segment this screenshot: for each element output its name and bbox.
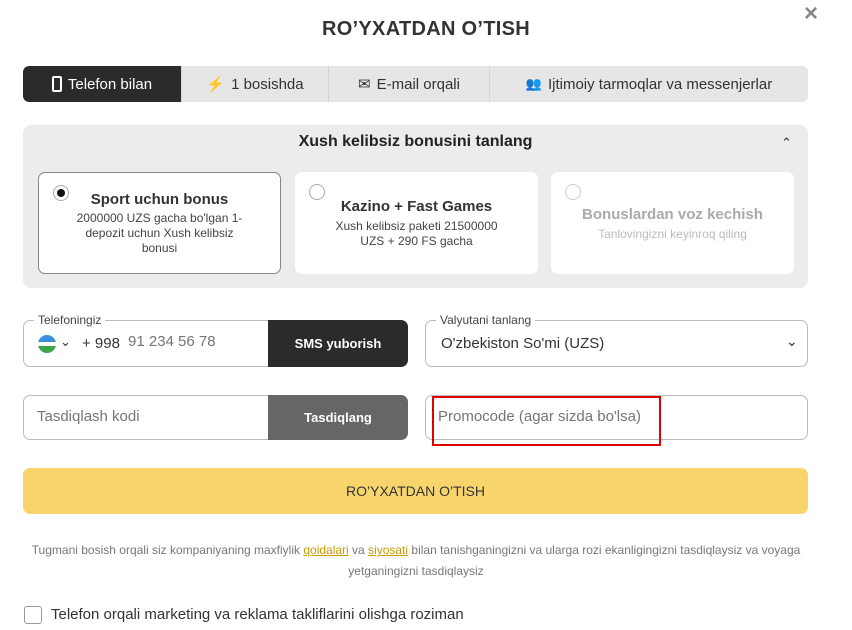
bonus-option-casino[interactable]: Kazino + Fast Games Xush kelibsiz paketi… (295, 172, 538, 274)
tab-email[interactable]: ✉ E-mail orqali (329, 66, 490, 102)
radio-selected[interactable] (53, 185, 69, 201)
phone-input[interactable] (128, 333, 268, 350)
policy-link[interactable]: siyosati (368, 543, 408, 557)
phone-icon (51, 76, 62, 92)
tab-label: E-mail orqali (376, 75, 460, 93)
legal-text: Tugmani bosish orqali siz kompaniyaning … (30, 540, 802, 582)
page-title: RO’YXATDAN O’TISH (321, 18, 531, 40)
legal-text-part: Tugmani bosish orqali siz kompaniyaning … (31, 543, 304, 557)
chevron-down-icon: ⌄ (786, 333, 798, 349)
tab-label: 1 bosishda (231, 75, 304, 93)
sms-send-button[interactable]: SMS yuborish (268, 320, 408, 367)
currency-value: O'zbekiston So'mi (UZS) (441, 335, 605, 352)
marketing-checkbox-label[interactable]: Telefon orqali marketing va reklama takl… (51, 606, 464, 623)
uzbekistan-flag-icon[interactable] (38, 335, 56, 353)
legal-text-part: va (348, 543, 369, 557)
radio-unselected[interactable] (309, 184, 325, 200)
registration-tabs: Telefon bilan ⚡ 1 bosishda ✉ E-mail orqa… (23, 66, 808, 102)
phone-field: Telefoningiz ⌄ + 998 SMS yuborish (23, 313, 408, 367)
bonus-option-desc: Tanlovingizni keyinroq qiling (598, 227, 747, 241)
envelope-icon: ✉ (358, 76, 371, 93)
rules-link[interactable]: qoidalari (303, 543, 348, 557)
bonus-option-sport[interactable]: Sport uchun bonus 2000000 UZS gacha bo'l… (38, 172, 281, 274)
lightning-icon: ⚡ (206, 76, 226, 93)
tab-social[interactable]: 👥 Ijtimoiy tarmoqlar va messenjerlar (490, 66, 808, 102)
chevron-down-icon[interactable]: ⌄ (60, 334, 71, 350)
bonus-title: Xush kelibsiz bonusini tanlang (298, 133, 533, 150)
radio-unselected[interactable] (565, 184, 581, 200)
tab-label: Telefon bilan (67, 75, 153, 93)
phone-prefix: + 998 (82, 335, 120, 352)
confirm-button[interactable]: Tasdiqlang (268, 395, 408, 440)
bonus-option-title: Sport uchun bonus (90, 191, 229, 208)
bonus-panel: Xush kelibsiz bonusini tanlang ⌃ Sport u… (23, 125, 808, 288)
confirmation-code-input[interactable] (37, 408, 257, 425)
phone-label: Telefoningiz (34, 313, 106, 327)
users-icon: 👥 (525, 76, 542, 91)
bonus-option-desc: Xush kelibsiz paketi 21500000 UZS + 290 … (335, 219, 498, 248)
tab-label: Ijtimoiy tarmoqlar va messenjerlar (547, 75, 773, 93)
tab-one-click[interactable]: ⚡ 1 bosishda (182, 66, 329, 102)
tab-phone[interactable]: Telefon bilan (23, 66, 182, 102)
currency-select[interactable]: Valyutani tanlang O'zbekiston So'mi (UZS… (425, 313, 808, 367)
highlight-box (432, 396, 661, 446)
bonus-option-desc: 2000000 UZS gacha bo'lgan 1-depozit uchu… (76, 211, 243, 255)
bonus-option-none[interactable]: Bonuslardan voz kechish Tanlovingizni ke… (551, 172, 794, 274)
bonus-option-title: Bonuslardan voz kechish (582, 206, 763, 223)
marketing-checkbox[interactable] (24, 606, 42, 624)
code-field: Tasdiqlang (23, 395, 408, 440)
legal-text-part: bilan tanishganingizni va ularga rozi ek… (348, 543, 801, 578)
register-button[interactable]: RO’YXATDAN O’TISH (23, 468, 808, 514)
close-icon[interactable]: × (804, 0, 818, 28)
currency-label: Valyutani tanlang (436, 313, 536, 327)
chevron-up-icon[interactable]: ⌃ (781, 135, 792, 151)
bonus-option-title: Kazino + Fast Games (340, 198, 493, 215)
